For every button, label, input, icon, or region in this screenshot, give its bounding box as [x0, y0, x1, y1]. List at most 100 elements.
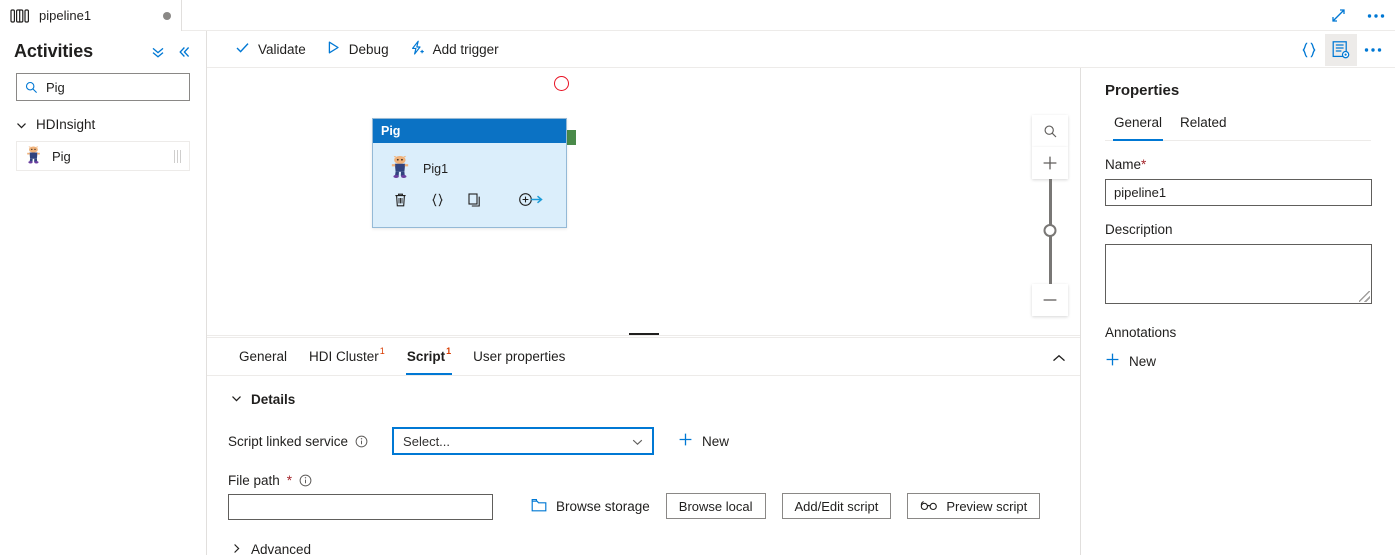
double-chevron-down-icon[interactable]: [149, 43, 167, 61]
tab-script[interactable]: Script 1: [396, 338, 462, 375]
details-section-header[interactable]: Details: [207, 392, 1080, 407]
new-linked-service-button[interactable]: New: [678, 432, 729, 450]
double-chevron-left-icon[interactable]: [175, 43, 193, 61]
activity-node-pig1[interactable]: Pig Pig1: [372, 118, 567, 228]
activity-item-pig[interactable]: Pig: [16, 141, 190, 171]
advanced-section-header[interactable]: Advanced: [207, 542, 1080, 555]
activity-item-label: Pig: [52, 148, 71, 164]
code-braces-icon[interactable]: [1293, 34, 1325, 66]
new-linked-service-label: New: [702, 433, 730, 449]
expand-diagonal-icon[interactable]: [1327, 5, 1349, 27]
browse-storage-button[interactable]: Browse storage: [531, 498, 650, 515]
properties-tab-related[interactable]: Related: [1171, 115, 1236, 140]
pipeline-description-textarea[interactable]: [1105, 244, 1372, 304]
tab-user-properties-label: User properties: [473, 349, 566, 364]
copy-icon[interactable]: [467, 192, 482, 208]
pipeline-name-label: Name*: [1105, 157, 1371, 172]
pipeline-canvas[interactable]: Pig Pig1: [207, 68, 1080, 333]
chevron-right-icon: [231, 542, 242, 555]
zoom-in-button[interactable]: [1032, 147, 1068, 179]
tab-general[interactable]: General: [228, 338, 298, 375]
pipeline-name-label-text: Name: [1105, 157, 1142, 172]
delete-icon[interactable]: [393, 192, 408, 208]
add-output-icon[interactable]: [518, 192, 544, 207]
file-path-label: File path *: [228, 473, 493, 488]
pipeline-description-label: Description: [1105, 222, 1173, 237]
properties-tab-general-label: General: [1114, 115, 1163, 130]
properties-tab-general[interactable]: General: [1105, 115, 1171, 141]
pipeline-editor-app: pipeline1 Activities Pig HDInsight Pig V…: [0, 0, 1395, 555]
script-linked-service-value: Select...: [403, 433, 451, 449]
search-input[interactable]: [46, 79, 181, 95]
activity-group-hdinsight[interactable]: HDInsight: [16, 117, 206, 132]
tab-pipeline1[interactable]: pipeline1: [0, 0, 182, 31]
splitter-line: [207, 335, 1080, 336]
info-icon[interactable]: [355, 435, 368, 448]
node-header: Pig: [373, 119, 566, 143]
browse-local-label: Browse local: [678, 498, 753, 514]
canvas-zoom-controls: [1032, 115, 1068, 316]
activities-header: Activities: [0, 31, 206, 68]
chevron-up-icon[interactable]: [1052, 351, 1066, 366]
chevron-down-icon: [231, 392, 242, 407]
validate-label: Validate: [258, 41, 306, 57]
activities-search[interactable]: [16, 73, 190, 101]
file-path-label-text: File path: [228, 473, 280, 488]
browse-local-button[interactable]: Browse local: [665, 493, 766, 519]
zoom-out-button[interactable]: [1032, 284, 1068, 316]
debug-button[interactable]: Debug: [316, 34, 399, 64]
tab-user-properties[interactable]: User properties: [462, 338, 576, 375]
properties-settings-icon[interactable]: [1325, 33, 1357, 66]
annotations-label: Annotations: [1105, 325, 1177, 340]
tabstrip-actions: [1327, 0, 1387, 31]
node-actions: [373, 183, 566, 208]
required-asterisk: *: [1141, 157, 1147, 172]
tab-script-label: Script: [406, 349, 446, 364]
plus-icon: [678, 432, 693, 450]
script-linked-service-select[interactable]: Select...: [392, 427, 655, 455]
script-linked-service-label-text: Script linked service: [228, 433, 349, 449]
tab-general-label: General: [239, 349, 288, 364]
info-icon[interactable]: [299, 474, 312, 487]
details-section-label: Details: [251, 392, 296, 407]
unsaved-changes-dot: [163, 11, 171, 20]
add-edit-script-button[interactable]: Add/Edit script: [781, 493, 892, 519]
pipeline-name-input[interactable]: pipeline1: [1105, 179, 1372, 206]
preview-script-label: Preview script: [946, 498, 1028, 514]
toolbar-right-actions: [1293, 31, 1389, 68]
more-ellipsis-icon[interactable]: [1365, 5, 1387, 27]
resize-grabber-icon[interactable]: [1359, 291, 1370, 302]
activities-title: Activities: [14, 41, 94, 61]
chevron-down-icon: [16, 119, 27, 130]
add-annotation-button[interactable]: New: [1105, 352, 1371, 370]
pipeline-toolbar: Validate Debug Add trigger: [207, 31, 1395, 68]
drag-handle-icon[interactable]: [174, 149, 181, 163]
file-path-row: File path * Browse storage Browse local …: [207, 473, 1080, 520]
validate-button[interactable]: Validate: [225, 34, 316, 64]
node-body: Pig1: [373, 143, 566, 183]
pig-activity-icon: [25, 145, 42, 167]
script-linked-service-row: Script linked service Select... New: [207, 427, 1080, 455]
code-braces-icon[interactable]: [430, 192, 445, 208]
file-path-input[interactable]: [228, 494, 493, 520]
tab-hdi-cluster[interactable]: HDI Cluster 1: [298, 338, 396, 375]
required-asterisk: *: [286, 473, 293, 488]
slider-knob[interactable]: [1043, 224, 1057, 237]
output-port-handle[interactable]: [567, 130, 576, 145]
properties-tabs: General Related: [1105, 115, 1371, 141]
add-trigger-label: Add trigger: [432, 41, 499, 57]
more-ellipsis-icon[interactable]: [1357, 34, 1389, 66]
add-trigger-button[interactable]: Add trigger: [399, 34, 509, 64]
tab-hdi-cluster-badge: 1: [379, 345, 385, 356]
properties-tab-related-label: Related: [1180, 115, 1227, 130]
tab-script-badge: 1: [446, 345, 452, 356]
preview-script-button[interactable]: Preview script: [907, 493, 1041, 519]
search-icon: [25, 81, 38, 94]
node-activity-name: Pig1: [423, 161, 449, 176]
pipeline-name-value: pipeline1: [1114, 185, 1167, 200]
zoom-slider[interactable]: [1032, 179, 1068, 284]
tab-label: pipeline1: [39, 8, 92, 23]
activity-group-label: HDInsight: [36, 117, 96, 132]
zoom-to-fit-icon[interactable]: [1032, 115, 1068, 147]
glasses-icon: [920, 499, 938, 514]
